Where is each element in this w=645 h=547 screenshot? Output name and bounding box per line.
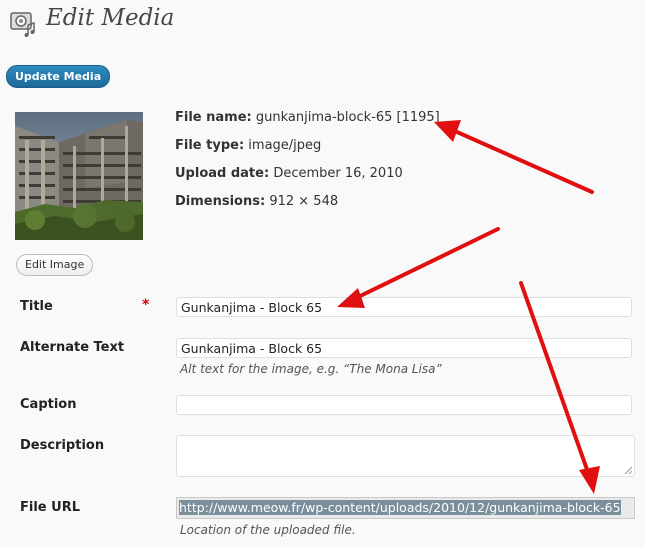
- description-textarea[interactable]: [176, 435, 635, 477]
- arrow-to-file-name: [446, 126, 594, 194]
- file-url-label: File URL: [20, 500, 80, 515]
- caption-label: Caption: [20, 397, 77, 412]
- arrow-to-title: [350, 227, 500, 302]
- update-media-button[interactable]: Update Media: [6, 65, 111, 88]
- file-type-row: File type: image/jpeg: [175, 138, 321, 153]
- alt-text-help: Alt text for the image, e.g. “The Mona L…: [180, 362, 442, 376]
- dimensions-value: 912 × 548: [269, 194, 339, 209]
- file-url-input[interactable]: http://www.meow.fr/wp-content/uploads/20…: [176, 497, 635, 519]
- media-library-icon: [10, 12, 35, 37]
- file-url-value: http://www.meow.fr/wp-content/uploads/20…: [179, 500, 621, 515]
- resize-handle-icon[interactable]: [624, 466, 632, 474]
- file-name-label: File name:: [175, 110, 252, 125]
- description-text: [177, 436, 185, 442]
- dimensions-label: Dimensions:: [175, 194, 266, 209]
- edit-image-button[interactable]: Edit Image: [16, 254, 94, 276]
- media-thumbnail[interactable]: [15, 112, 143, 240]
- file-name-value: gunkanjima-block-65 [1195]: [255, 110, 440, 125]
- title-label: Title: [20, 299, 53, 314]
- file-type-value: image/jpeg: [248, 138, 322, 153]
- file-type-label: File type:: [175, 138, 245, 153]
- building-photo: [15, 112, 143, 240]
- file-url-help: Location of the uploaded file.: [180, 523, 356, 537]
- file-name-row: File name: gunkanjima-block-65 [1195]: [175, 110, 440, 125]
- alt-text-input[interactable]: Gunkanjima - Block 65: [176, 338, 632, 358]
- description-label: Description: [20, 438, 105, 453]
- dimensions-row: Dimensions: 912 × 548: [175, 194, 338, 209]
- alt-text-label: Alternate Text: [20, 340, 125, 355]
- caption-input[interactable]: [176, 395, 632, 415]
- upload-date-value: December 16, 2010: [273, 166, 403, 181]
- upload-date-label: Upload date:: [175, 166, 270, 181]
- title-input[interactable]: Gunkanjima - Block 65: [176, 297, 632, 317]
- page-title: Edit Media: [46, 5, 175, 31]
- upload-date-row: Upload date: December 16, 2010: [175, 166, 403, 181]
- required-marker: *: [142, 297, 150, 313]
